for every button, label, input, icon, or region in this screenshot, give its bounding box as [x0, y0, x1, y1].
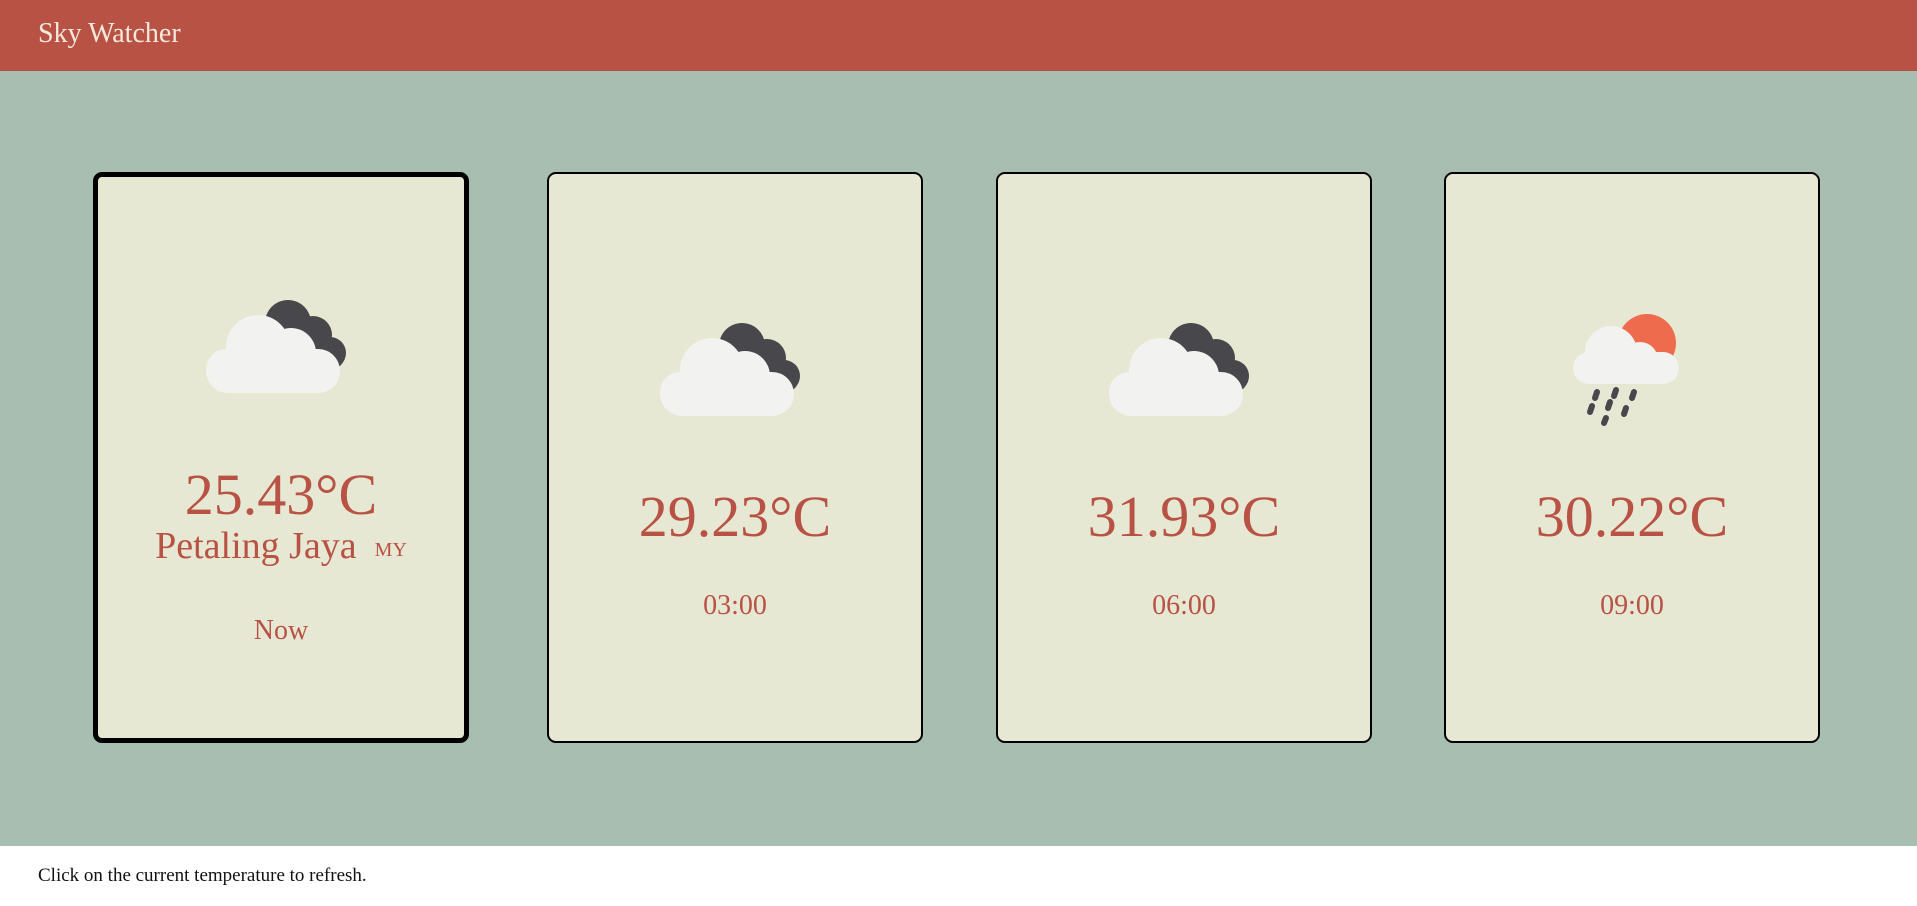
app-title: Sky Watcher — [38, 18, 181, 49]
city-name: Petaling Jaya — [155, 525, 357, 567]
forecast-temperature: 30.22°C — [1535, 484, 1729, 549]
forecast-time: 06:00 — [1152, 590, 1216, 621]
location-label: Petaling Jaya MY — [98, 524, 464, 572]
time-label: Now — [253, 615, 309, 646]
cloudy-icon — [650, 308, 820, 428]
forecast-card: 30.22°C 09:00 — [1444, 172, 1820, 743]
app-header: Sky Watcher — [0, 0, 1917, 71]
current-temperature[interactable]: 25.43°C — [98, 462, 464, 528]
cloudy-icon — [1099, 308, 1269, 428]
forecast-time: 03:00 — [703, 590, 767, 621]
country-code: MY — [374, 539, 407, 561]
forecast-temperature: 31.93°C — [1087, 484, 1281, 549]
forecast-area: 25.43°C Petaling Jaya MY Now 29.23°C 03:… — [0, 71, 1917, 846]
current-weather-card[interactable]: 25.43°C Petaling Jaya MY Now — [93, 172, 469, 743]
forecast-card: 31.93°C 06:00 — [996, 172, 1372, 743]
forecast-temperature: 29.23°C — [638, 484, 832, 549]
sun-rain-icon — [1562, 302, 1702, 432]
cloudy-icon — [196, 285, 366, 405]
refresh-hint: Click on the current temperature to refr… — [38, 865, 367, 886]
forecast-card: 29.23°C 03:00 — [547, 172, 923, 743]
forecast-time: 09:00 — [1600, 590, 1664, 621]
footer: Click on the current temperature to refr… — [0, 846, 1917, 906]
